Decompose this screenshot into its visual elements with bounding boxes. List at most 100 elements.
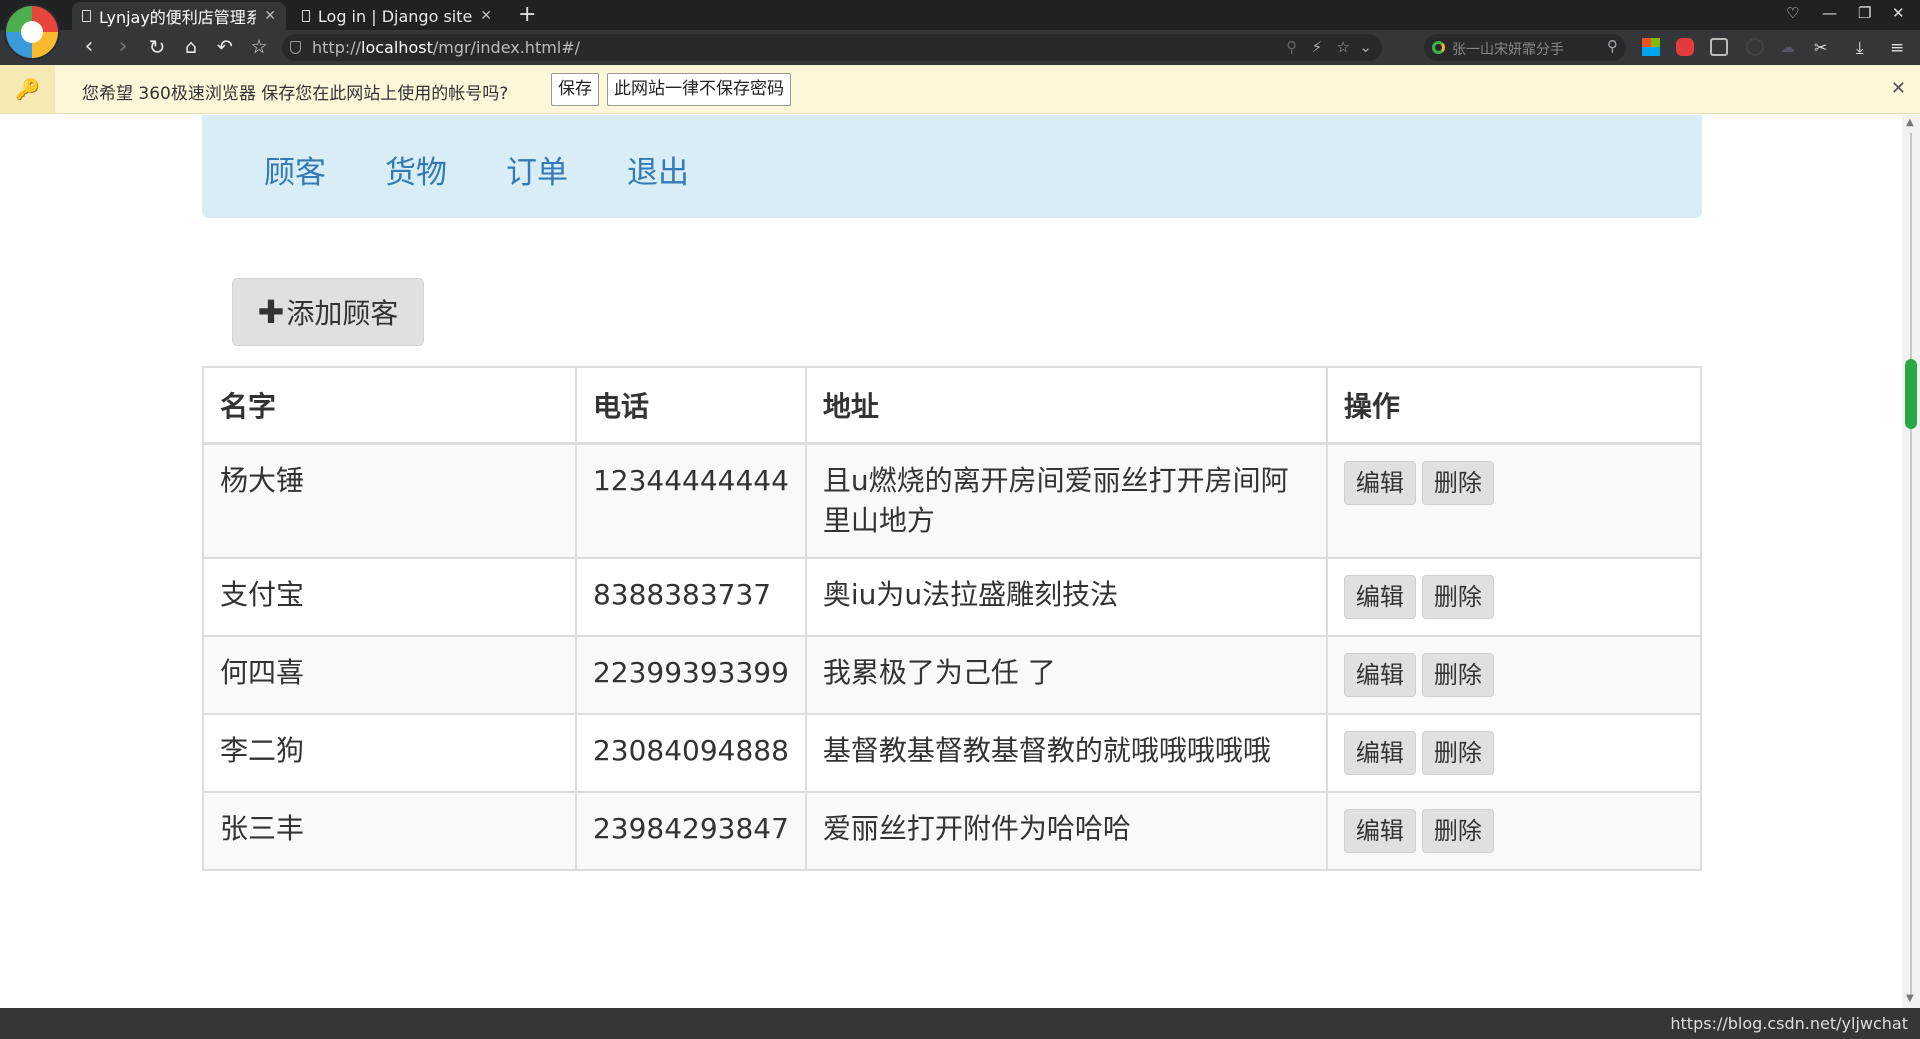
cell-address: 且u燃烧的离开房间爱丽丝打开房间阿里山地方 xyxy=(804,442,1328,559)
cell-phone: 23084094888 xyxy=(574,712,807,793)
edit-button[interactable]: 编辑 xyxy=(1343,730,1416,775)
minimize-icon[interactable]: — xyxy=(1822,4,1837,22)
customer-table: 名字 电话 地址 操作 杨大锤 12344444444 且u燃烧的离开房间爱丽丝… xyxy=(202,366,1703,871)
cell-name: 张三丰 xyxy=(202,790,577,871)
speed-mode-icon[interactable]: ⚡ xyxy=(1312,38,1323,56)
cell-name: 李二狗 xyxy=(202,712,577,793)
cell-actions: 编辑 删除 xyxy=(1325,790,1703,871)
page-icon xyxy=(82,10,92,22)
header-name: 名字 xyxy=(202,366,577,445)
table-row: 何四喜 22399393399 我累极了为己任 了 编辑 删除 xyxy=(202,634,1703,715)
page-scrollbar[interactable]: ▲ ▼ xyxy=(1902,115,1920,1008)
chevron-down-icon[interactable]: ⌄ xyxy=(1359,38,1372,56)
tab-current[interactable]: Lynjay的便利店管理系统 ✕ xyxy=(72,2,286,30)
search-box[interactable]: 张一山宋妍霏分手 ⚲ xyxy=(1424,34,1626,61)
nav-goods[interactable]: 货物 xyxy=(385,147,447,192)
cell-actions: 编辑 删除 xyxy=(1325,556,1703,637)
cell-name: 支付宝 xyxy=(202,556,577,637)
cell-phone: 23984293847 xyxy=(574,790,807,871)
cell-address: 奥iu为u法拉盛雕刻技法 xyxy=(804,556,1328,637)
scroll-up-icon[interactable]: ▲ xyxy=(1906,117,1914,128)
header-phone: 电话 xyxy=(574,366,807,445)
address-bar[interactable]: http://localhost/mgr/index.html#/ ⚲ ⚡ ☆ … xyxy=(282,34,1382,61)
tab-django-admin[interactable]: Log in | Django site admin ✕ xyxy=(292,2,502,30)
tab-title: Lynjay的便利店管理系统 xyxy=(99,8,257,27)
browser-tab-strip: Lynjay的便利店管理系统 ✕ Log in | Django site ad… xyxy=(0,0,1920,30)
cell-address: 基督教基督教基督教的就哦哦哦哦哦 xyxy=(804,712,1328,793)
scissors-icon[interactable]: ✂ xyxy=(1814,38,1832,57)
delete-button[interactable]: 删除 xyxy=(1421,652,1494,697)
save-password-button[interactable]: 保存 xyxy=(551,73,599,106)
edit-button[interactable]: 编辑 xyxy=(1343,460,1416,505)
search-engine-icon xyxy=(1432,41,1445,54)
reload-icon[interactable]: ↻ xyxy=(144,34,170,60)
reader-icon[interactable] xyxy=(1710,38,1728,56)
back-icon[interactable]: ‹ xyxy=(76,34,102,60)
url-scheme: http:// xyxy=(312,38,362,57)
status-bar: https://blog.csdn.net/yljwchat xyxy=(0,1008,1920,1039)
search-input[interactable]: 张一山宋妍霏分手 xyxy=(1452,39,1564,59)
table-row: 张三丰 23984293847 爱丽丝打开附件为哈哈哈 编辑 删除 xyxy=(202,790,1703,871)
undo-icon[interactable]: ↶ xyxy=(212,34,238,60)
edit-button[interactable]: 编辑 xyxy=(1343,574,1416,619)
table-row: 李二狗 23084094888 基督教基督教基督教的就哦哦哦哦哦 编辑 删除 xyxy=(202,712,1703,793)
save-password-message: 您希望 360极速浏览器 保存您在此网站上使用的帐号吗? xyxy=(82,84,509,104)
status-url: https://blog.csdn.net/yljwchat xyxy=(1670,1014,1908,1033)
key-icon: 🔑 xyxy=(0,65,55,113)
scroll-track[interactable] xyxy=(1910,133,1912,995)
url-host: localhost xyxy=(361,38,433,57)
close-tab-icon[interactable]: ✕ xyxy=(264,8,276,24)
cell-actions: 编辑 删除 xyxy=(1325,712,1703,793)
nav-customers[interactable]: 顾客 xyxy=(264,147,326,192)
bookmark-star-icon[interactable]: ☆ xyxy=(246,34,272,60)
game-icon[interactable] xyxy=(1676,38,1694,56)
cell-address: 爱丽丝打开附件为哈哈哈 xyxy=(804,790,1328,871)
cloud-icon[interactable]: ☁ xyxy=(1780,38,1798,56)
home-icon[interactable]: ⌂ xyxy=(178,34,204,60)
extension-icon[interactable] xyxy=(1746,38,1764,56)
cell-address: 我累极了为己任 了 xyxy=(804,634,1328,715)
cell-actions: 编辑 删除 xyxy=(1325,634,1703,715)
page-icon xyxy=(302,10,310,22)
skin-icon[interactable]: ♡ xyxy=(1786,4,1799,22)
save-password-bar: 🔑 您希望 360极速浏览器 保存您在此网站上使用的帐号吗? 保存 此网站一律不… xyxy=(0,65,1920,114)
never-save-button[interactable]: 此网站一律不保存密码 xyxy=(607,73,791,106)
cell-phone: 12344444444 xyxy=(574,442,807,559)
nav-logout[interactable]: 退出 xyxy=(627,147,689,192)
delete-button[interactable]: 删除 xyxy=(1421,808,1494,853)
tab-title: Log in | Django site admin xyxy=(317,6,473,26)
table-row: 支付宝 8388383737 奥iu为u法拉盛雕刻技法 编辑 删除 xyxy=(202,556,1703,637)
table-header-row: 名字 电话 地址 操作 xyxy=(202,366,1703,445)
delete-button[interactable]: 删除 xyxy=(1421,730,1494,775)
close-window-icon[interactable]: ✕ xyxy=(1892,4,1905,22)
edit-button[interactable]: 编辑 xyxy=(1343,652,1416,697)
scroll-down-icon[interactable]: ▼ xyxy=(1906,993,1914,1004)
download-icon[interactable]: ⤓ xyxy=(1856,38,1874,58)
close-icon[interactable]: ✕ xyxy=(1891,78,1906,99)
menu-icon[interactable]: ≡ xyxy=(1890,38,1908,58)
restore-icon[interactable]: ❐ xyxy=(1858,4,1871,22)
cell-phone: 22399393399 xyxy=(574,634,807,715)
page-viewport: 顾客 货物 订单 退出 ✚ 添加顾客 名字 电话 地址 操作 杨大锤 12344… xyxy=(0,115,1902,1008)
new-tab-icon[interactable]: + xyxy=(518,2,536,28)
delete-button[interactable]: 删除 xyxy=(1421,574,1494,619)
favorite-star-icon[interactable]: ☆ xyxy=(1336,38,1349,56)
browser-logo[interactable] xyxy=(6,6,58,58)
url-path: /mgr/index.html#/ xyxy=(432,38,581,57)
address-bar-actions: ⚲ ⚡ ☆ ⌄ xyxy=(1286,38,1372,56)
plus-icon: ✚ xyxy=(257,293,285,331)
scroll-thumb[interactable] xyxy=(1905,359,1917,429)
nav-orders[interactable]: 订单 xyxy=(506,147,568,192)
url-text[interactable]: http://localhost/mgr/index.html#/ xyxy=(312,38,580,57)
forward-icon[interactable]: › xyxy=(110,34,136,60)
delete-button[interactable]: 删除 xyxy=(1421,460,1494,505)
header-address: 地址 xyxy=(804,366,1328,445)
apps-grid-icon[interactable] xyxy=(1642,38,1660,56)
search-icon[interactable]: ⚲ xyxy=(1607,37,1618,55)
add-customer-button[interactable]: ✚ 添加顾客 xyxy=(232,278,424,346)
edit-button[interactable]: 编辑 xyxy=(1343,808,1416,853)
close-tab-icon[interactable]: ✕ xyxy=(480,8,492,24)
cell-phone: 8388383737 xyxy=(574,556,807,637)
cell-name: 何四喜 xyxy=(202,634,577,715)
zoom-icon[interactable]: ⚲ xyxy=(1286,38,1297,56)
